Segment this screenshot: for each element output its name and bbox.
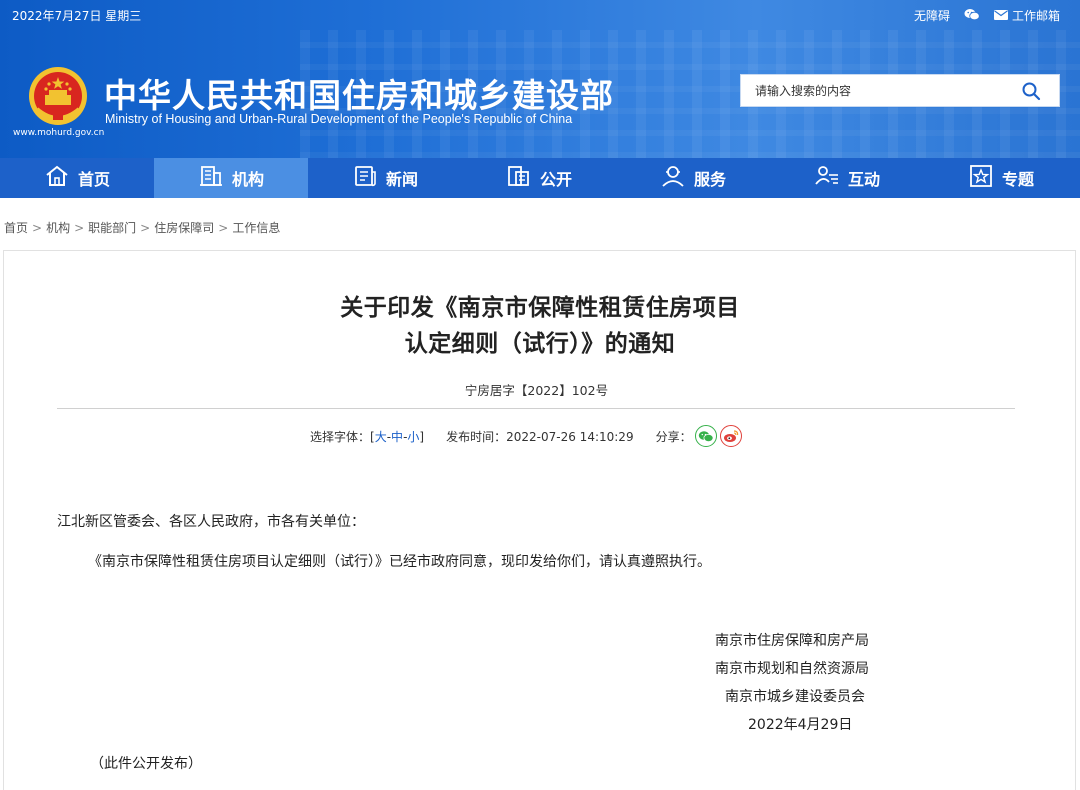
nav-item-public[interactable]: 公开 (462, 158, 616, 198)
site-url: www.mohurd.gov.cn (13, 128, 105, 138)
search-icon[interactable] (1021, 81, 1041, 101)
mail-icon (993, 9, 1008, 23)
nav-item-organization[interactable]: 机构 (154, 158, 308, 198)
nav-item-label: 机构 (231, 170, 264, 189)
service-icon (660, 164, 686, 192)
nav-item-label: 新闻 (385, 170, 418, 189)
search-box (740, 74, 1060, 107)
breadcrumb-work-info[interactable]: 工作信息 (232, 221, 280, 235)
current-date: 2022年7月27日 星期三 (12, 9, 142, 23)
weibo-share-icon[interactable] (719, 425, 742, 447)
font-small-link[interactable]: 小 (407, 430, 419, 444)
nav-item-label: 互动 (847, 170, 880, 189)
font-large-link[interactable]: 大 (375, 430, 387, 444)
article-meta: 选择字体：[大-中-小] 发布时间：2022-07-26 14:10:29 分享… (310, 425, 742, 447)
signatory: 南京市城乡建设委员会 (725, 689, 865, 705)
nav-item-service[interactable]: 服务 (616, 158, 770, 198)
nav-item-news[interactable]: 新闻 (308, 158, 462, 198)
site-title[interactable]: 中华人民共和国住房和城乡建设部 (104, 69, 614, 117)
nav-item-label: 公开 (539, 170, 572, 189)
nav-item-home[interactable]: 首页 (0, 158, 154, 198)
title-divider (57, 408, 1015, 409)
breadcrumb-housing-security[interactable]: 住房保障司 (154, 221, 214, 235)
breadcrumb-separator: > (218, 221, 229, 235)
font-size-close: ] (419, 429, 425, 444)
document-icon (506, 164, 532, 192)
font-size-label: 选择字体：[ (310, 429, 375, 444)
article-title-line2: 认定细则（试行）》的通知 (404, 331, 676, 357)
breadcrumb-departments[interactable]: 职能部门 (88, 221, 136, 235)
nav-item-label: 服务 (693, 170, 726, 189)
publish-label: 发布时间： (446, 429, 507, 444)
nav-item-label: 首页 (77, 170, 110, 189)
signatory: 南京市住房保障和房产局 (715, 633, 869, 649)
top-links: 无障碍 工作邮箱 (914, 7, 1060, 24)
accessibility-link[interactable]: 无障碍 (914, 7, 950, 24)
breadcrumb-separator: > (32, 221, 43, 235)
nav-item-label: 专题 (1001, 170, 1034, 189)
share-label: 分享： (655, 429, 692, 444)
site-header: 2022年7月27日 星期三 无障碍 工作邮箱 www.mohurd.gov.c… (0, 0, 1080, 158)
nav-item-interaction[interactable]: 互动 (770, 158, 924, 198)
nav-item-topics[interactable]: 专题 (924, 158, 1078, 198)
breadcrumb: 首页 > 机构 > 职能部门 > 住房保障司 > 工作信息 (4, 219, 280, 236)
interaction-icon (814, 164, 840, 192)
article-title-line1: 关于印发《南京市保障性租赁住房项目 (340, 295, 740, 321)
publication-note: （此件公开发布） (90, 756, 202, 772)
mailbox-label: 工作邮箱 (1011, 9, 1060, 23)
font-medium-link[interactable]: 中 (391, 430, 403, 444)
publish-time: 2022-07-26 14:10:29 (506, 429, 634, 444)
wechat-icon[interactable] (964, 8, 980, 24)
article-paragraph: 《南京市保障性租赁住房项目认定细则（试行）》已经市政府同意，现印发给你们，请认真… (88, 554, 711, 570)
article-salutation: 江北新区管委会、各区人民政府，市各有关单位： (57, 514, 365, 530)
breadcrumb-separator: > (140, 221, 151, 235)
font-size-selector: 选择字体：[大-中-小] (310, 428, 424, 445)
wechat-share-icon[interactable] (694, 425, 717, 447)
mailbox-link[interactable]: 工作邮箱 (993, 7, 1060, 24)
signatory: 南京市规划和自然资源局 (715, 661, 869, 677)
share-area: 分享： (656, 425, 742, 447)
national-emblem-logo[interactable] (27, 65, 89, 127)
sign-date: 2022年4月29日 (748, 717, 853, 733)
document-number: 宁房居字【2022】102号 (464, 383, 609, 398)
building-icon (198, 164, 224, 192)
publish-info: 发布时间：2022-07-26 14:10:29 (446, 428, 633, 445)
site-subtitle: Ministry of Housing and Urban-Rural Deve… (105, 112, 573, 126)
star-frame-icon (968, 164, 994, 192)
home-icon (44, 164, 70, 192)
breadcrumb-home[interactable]: 首页 (4, 221, 28, 235)
news-icon (352, 164, 378, 192)
main-nav: 首页 机构 新闻 公开 服务 互动 专题 (0, 158, 1080, 198)
breadcrumb-organization[interactable]: 机构 (46, 221, 70, 235)
search-input[interactable] (741, 75, 1011, 106)
breadcrumb-separator: > (74, 221, 85, 235)
